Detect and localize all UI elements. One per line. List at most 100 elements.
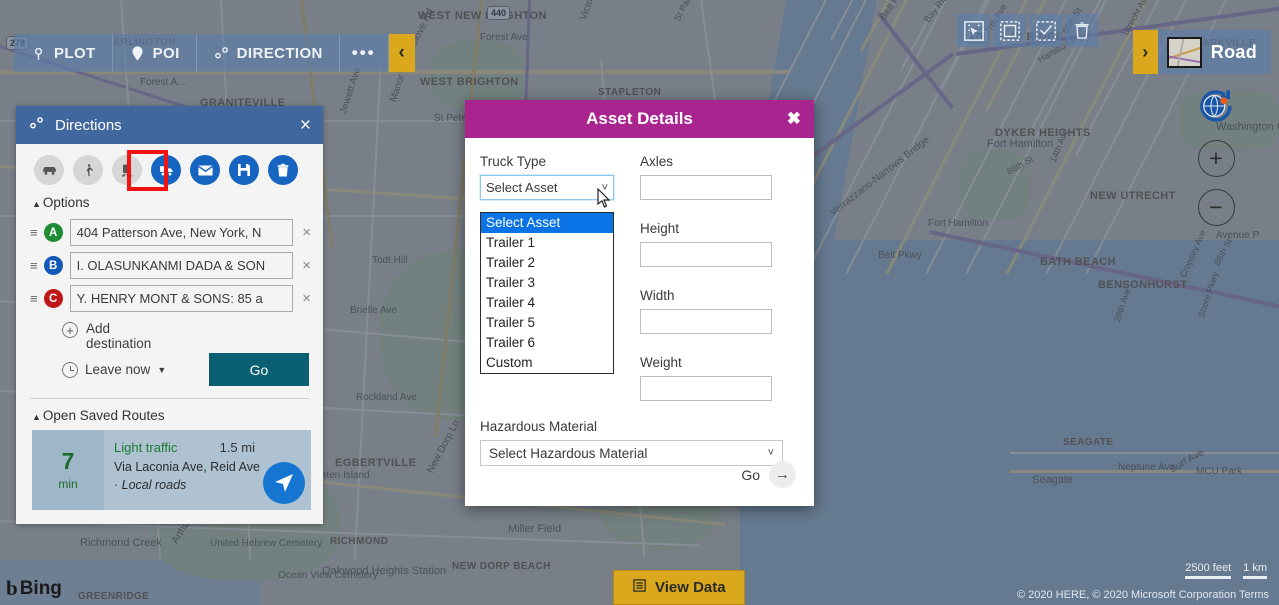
point-select-tool[interactable] (957, 14, 990, 47)
waypoint-row-b: ≡ B × (16, 249, 323, 282)
hazardous-material-select[interactable]: Select Hazardous Material ˅ (480, 440, 783, 466)
truck-type-option-2[interactable]: Trailer 2 (481, 253, 613, 273)
direction-pin-icon (213, 45, 230, 62)
saved-route-card[interactable]: 7 min Light traffic 1.5 mi Via Laconia A… (32, 430, 311, 510)
style-road-option[interactable]: Road (1157, 30, 1271, 74)
waypoint-marker-c: C (43, 289, 63, 308)
waypoint-input-b[interactable] (69, 252, 294, 279)
nav-item-poi[interactable]: POI (112, 34, 197, 72)
plus-icon: + (62, 322, 78, 338)
saved-routes-toggle[interactable]: ▲ Open Saved Routes (16, 399, 323, 430)
scale-metric: 1 km (1243, 562, 1267, 579)
truck-type-dropdown-list[interactable]: Select Asset Trailer 1 Trailer 2 Trailer 3T… (480, 212, 614, 374)
map-attribution[interactable]: © 2020 HERE, © 2020 Microsoft Corporatio… (1017, 589, 1269, 601)
check-select-tool[interactable] (1029, 14, 1062, 47)
poi-pin-icon (129, 45, 146, 62)
zoom-in-button[interactable]: + (1197, 140, 1235, 177)
truck-type-option-1[interactable]: Trailer 1 (481, 233, 613, 253)
nav-collapse-button[interactable]: ‹ (388, 34, 415, 72)
nav-more-button[interactable]: ••• (339, 34, 389, 72)
asset-details-header: Asset Details ✖ (465, 100, 814, 138)
drag-handle-icon[interactable]: ≡ (30, 225, 38, 240)
box-select-tool[interactable] (993, 14, 1026, 47)
close-icon[interactable]: × (300, 116, 311, 135)
globe-locate-icon[interactable] (1194, 84, 1238, 128)
truck-type-option-0[interactable]: Select Asset (481, 213, 613, 233)
save-route-button[interactable] (229, 155, 259, 185)
waypoint-marker-a: A (43, 223, 63, 242)
scale-imperial-label: 2500 feet (1185, 562, 1232, 574)
top-navigation-bar: PLOT POI DIRECTION ••• ‹ (14, 34, 415, 72)
arrow-right-icon: → (769, 461, 796, 488)
height-label: Height (640, 221, 680, 236)
drag-handle-icon[interactable]: ≡ (30, 258, 38, 273)
asset-go-label: Go (741, 466, 760, 483)
route-duration-unit: min (58, 476, 78, 491)
waypoint-list: ≡ A × ≡ B × ≡ C × (16, 216, 323, 315)
options-toggle[interactable]: ▲ Options (16, 193, 323, 216)
transit-mode-button[interactable] (112, 155, 142, 185)
truck-type-option-5[interactable]: Trailer 5 (481, 313, 613, 333)
axles-input[interactable] (640, 175, 772, 200)
close-icon[interactable]: ✖ (787, 109, 801, 129)
email-route-button[interactable] (190, 155, 220, 185)
map-application: WEST NEW BRIGHTONWEST BRIGHTONSTAPLETONG… (0, 0, 1279, 605)
truck-type-option-3[interactable]: Trailer 3 (481, 273, 613, 293)
height-input[interactable] (640, 242, 772, 267)
saved-routes-label: Open Saved Routes (42, 408, 165, 423)
waypoint-input-c[interactable] (69, 285, 294, 312)
waypoint-row-c: ≡ C × (16, 282, 323, 315)
delete-selection-tool[interactable] (1065, 14, 1098, 47)
go-button[interactable]: Go (209, 353, 309, 386)
remove-waypoint-c-icon[interactable]: × (300, 290, 313, 307)
delete-route-button[interactable] (268, 155, 298, 185)
width-input[interactable] (640, 309, 772, 334)
leave-label: Leave now (85, 362, 151, 377)
asset-go-action[interactable]: Go → (741, 461, 796, 488)
zoom-out-button[interactable]: − (1197, 189, 1235, 226)
hazardous-material-value: Select Hazardous Material (489, 445, 648, 461)
scale-imperial: 2500 feet (1185, 562, 1232, 579)
truck-type-option-7[interactable]: Custom (481, 353, 613, 373)
direction-pin-icon (28, 115, 45, 135)
directions-panel: Directions × ▲ Options ≡ A 404 Patterson… (16, 106, 323, 524)
asset-details-right-column: Axles Height Width Weight (640, 154, 772, 401)
style-road-label: Road (1210, 41, 1257, 62)
asset-details-dialog: Asset Details ✖ Truck Type Select Asset … (465, 100, 814, 506)
remove-waypoint-b-icon[interactable]: × (300, 257, 313, 274)
truck-type-label: Truck Type (480, 154, 547, 169)
nav-item-plot[interactable]: PLOT (14, 34, 113, 72)
bing-logo[interactable]: b Bing (6, 576, 62, 601)
add-destination-label: Add destination (86, 321, 152, 351)
truck-mode-button[interactable] (151, 155, 181, 185)
plot-pin-icon (30, 45, 47, 62)
style-expand-arrow[interactable]: › (1132, 30, 1158, 74)
truck-type-option-4[interactable]: Trailer 4 (481, 293, 613, 313)
road-style-thumbnail (1166, 36, 1202, 68)
drive-mode-button[interactable] (34, 155, 64, 185)
remove-waypoint-a-icon[interactable]: × (300, 224, 313, 241)
chevron-up-icon: ▲ (32, 199, 41, 209)
view-data-button[interactable]: View Data (613, 570, 745, 605)
travel-mode-row (16, 144, 323, 193)
clock-icon (62, 361, 78, 378)
map-controls: + − (1194, 84, 1238, 226)
scale-imperial-bar (1185, 576, 1232, 579)
view-data-label: View Data (655, 579, 726, 596)
leave-time-selector[interactable]: Leave now ▼ (62, 361, 209, 378)
waypoint-input-a[interactable] (69, 219, 294, 246)
hazardous-material-label: Hazardous Material (480, 419, 598, 434)
start-navigation-button[interactable] (263, 462, 305, 504)
drag-handle-icon[interactable]: ≡ (30, 291, 38, 306)
asset-details-title: Asset Details (586, 109, 693, 128)
add-destination-button[interactable]: + Add destination (16, 315, 151, 351)
weight-input[interactable] (640, 376, 772, 401)
waypoint-row-a: ≡ A × (16, 216, 323, 249)
walk-mode-button[interactable] (73, 155, 103, 185)
asset-details-body: Truck Type Select Asset ˅ Select Weight … (465, 138, 814, 506)
route-distance: 1.5 mi (219, 440, 255, 455)
truck-type-select[interactable]: Select Asset ˅ (479, 174, 615, 201)
map-style-switcher[interactable]: › Road (1132, 30, 1271, 74)
nav-item-direction[interactable]: DIRECTION (196, 34, 340, 72)
truck-type-option-6[interactable]: Trailer 6 (481, 333, 613, 353)
